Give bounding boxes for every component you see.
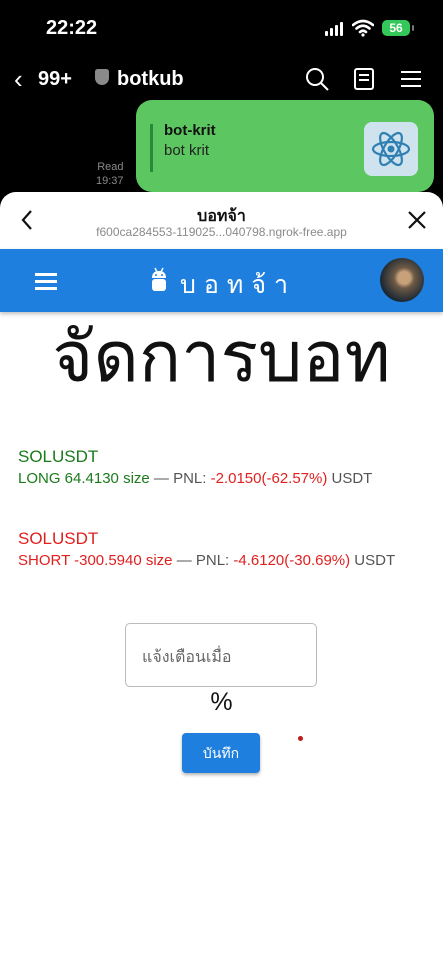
app-bar: บอทจ้า — [0, 249, 443, 312]
pnl-unit: USDT — [350, 552, 396, 569]
read-label: Read — [97, 161, 124, 173]
quote-bar — [150, 124, 153, 172]
pnl-value: -2.0150(-62.57%) — [210, 470, 328, 487]
page-title: จัดการบอท — [52, 318, 391, 396]
position-symbol: SOLUSDT — [18, 529, 99, 548]
read-receipt: Read 19:37 — [96, 160, 124, 188]
status-bar: 22:22 56 — [0, 0, 443, 54]
menu-icon[interactable] — [398, 66, 424, 92]
chat-header: ‹ 99+ botkub — [0, 60, 443, 100]
chat-name[interactable]: botkub — [117, 68, 184, 91]
back-count[interactable]: 99+ — [38, 68, 72, 91]
red-dot — [298, 736, 303, 741]
cellular-signal-icon — [325, 22, 345, 36]
position-side-size: SHORT -300.5940 size — [18, 552, 173, 569]
battery-level: 56 — [389, 21, 403, 35]
hamburger-menu-icon[interactable] — [35, 273, 57, 290]
alert-placeholder: แจ้งเตือนเมื่อ — [142, 649, 232, 666]
avatar[interactable] — [380, 258, 424, 302]
wifi-icon — [352, 19, 374, 37]
battery-icon: 56 — [382, 20, 414, 36]
app-brand: บอทจ้า — [180, 271, 297, 299]
position-item: SOLUSDT SHORT -300.5940 size — PNL: -4.6… — [18, 528, 418, 572]
browser-header: บอทจ้า f600ca284553-119025...040798.ngro… — [0, 192, 443, 248]
shield-icon — [95, 69, 109, 85]
notes-icon[interactable] — [351, 66, 377, 92]
browser-url: f600ca284553-119025...040798.ngrok-free.… — [96, 225, 347, 239]
pnl-label: — PNL: — [149, 470, 211, 487]
search-icon[interactable] — [304, 66, 330, 92]
status-time: 22:22 — [46, 17, 98, 39]
react-logo-icon — [364, 122, 418, 176]
position-symbol: SOLUSDT — [18, 447, 99, 466]
read-time: 19:37 — [96, 175, 124, 187]
browser-sheet: บอทจ้า f600ca284553-119025...040798.ngro… — [0, 192, 443, 960]
chevron-left-icon[interactable]: ‹ — [14, 64, 23, 95]
save-button[interactable]: บันทึก — [182, 733, 260, 773]
alert-threshold-input[interactable]: แจ้งเตือนเมื่อ — [125, 623, 317, 687]
chat-message-bubble[interactable]: bot-krit bot krit — [136, 100, 434, 192]
percent-label: % — [210, 688, 233, 716]
android-robot-icon — [152, 267, 166, 291]
position-side-size: LONG 64.4130 size — [18, 470, 150, 487]
pnl-unit: USDT — [327, 470, 373, 487]
position-item: SOLUSDT LONG 64.4130 size — PNL: -2.0150… — [18, 446, 418, 490]
pnl-label: — PNL: — [172, 552, 234, 569]
message-subtitle: bot krit — [164, 142, 210, 159]
message-title: bot-krit — [164, 122, 216, 139]
pnl-value: -4.6120(-30.69%) — [233, 552, 351, 569]
close-icon[interactable] — [403, 206, 431, 234]
